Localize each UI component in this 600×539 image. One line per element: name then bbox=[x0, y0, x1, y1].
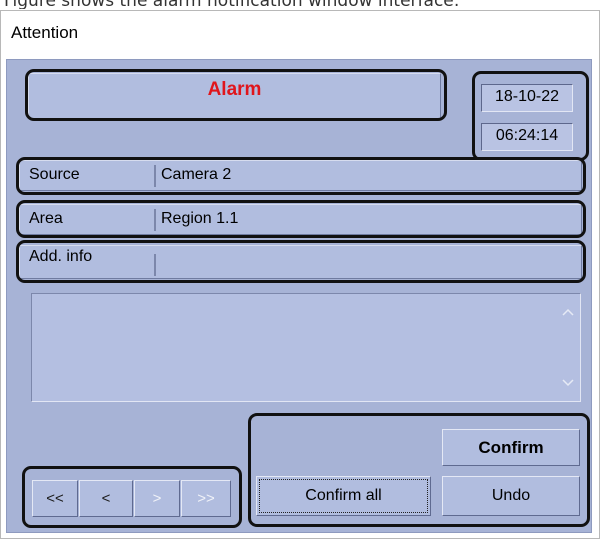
info-textarea[interactable] bbox=[31, 293, 581, 402]
callout-area bbox=[16, 200, 586, 238]
callout-source bbox=[16, 157, 586, 195]
title-bar: Attention bbox=[1, 11, 599, 57]
callout-alarm bbox=[25, 69, 447, 121]
chevron-up-icon[interactable] bbox=[560, 304, 576, 320]
callout-actions bbox=[248, 413, 590, 527]
callout-add-info bbox=[16, 240, 586, 283]
chevron-down-icon[interactable] bbox=[560, 375, 576, 391]
callout-navigation bbox=[22, 466, 242, 528]
alarm-panel: Alarm 18-10-22 06:24:14 Source Camera 2 … bbox=[6, 59, 592, 533]
document-caption: Figure shows the alarm notification wind… bbox=[4, 0, 596, 9]
callout-datetime bbox=[472, 71, 589, 161]
alarm-window: Attention Alarm 18-10-22 06:24:14 Source… bbox=[0, 10, 600, 539]
window-title: Attention bbox=[11, 23, 79, 42]
